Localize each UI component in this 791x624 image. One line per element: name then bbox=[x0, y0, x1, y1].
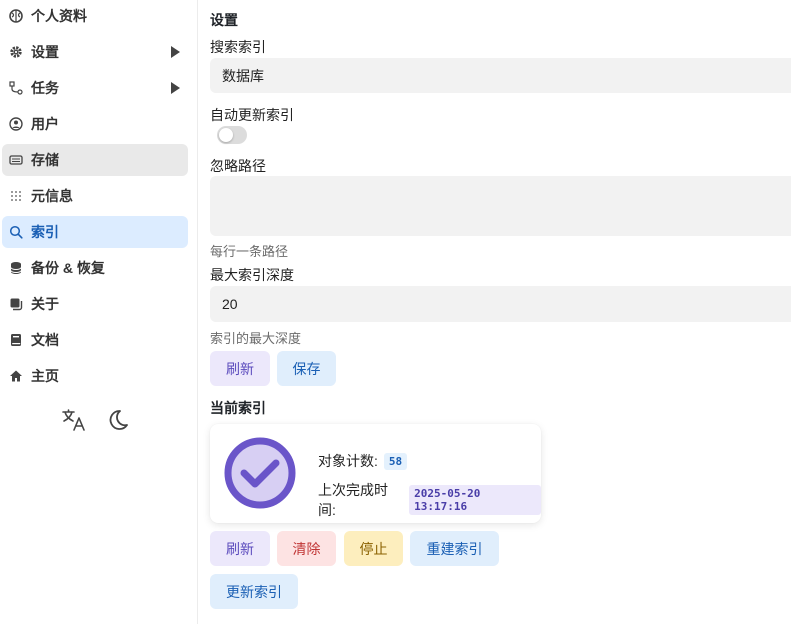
ignore-paths-label: 忽略路径 bbox=[210, 158, 266, 174]
search-index-value: 数据库 bbox=[222, 67, 264, 84]
metadata-icon bbox=[9, 189, 23, 203]
storage-icon bbox=[9, 153, 23, 167]
max-depth-input[interactable]: 20 bbox=[210, 286, 791, 322]
home-icon bbox=[9, 369, 23, 383]
sidebar-item-label: 个人资料 bbox=[31, 8, 87, 24]
last-complete-label: 上次完成时间: bbox=[318, 482, 388, 518]
sidebar-item-home[interactable]: 主页 bbox=[2, 360, 188, 392]
sidebar-item-label: 索引 bbox=[31, 224, 59, 240]
search-icon bbox=[9, 225, 23, 239]
settings-refresh-button[interactable]: 刷新 bbox=[210, 351, 270, 386]
sidebar-item-profile[interactable]: 个人资料 bbox=[2, 0, 188, 32]
current-index-card: 对象计数: 58 上次完成时间: 2025-05-20 13:17:16 bbox=[210, 424, 541, 523]
sidebar-item-metadata[interactable]: 元信息 bbox=[2, 180, 188, 212]
object-count-stat: 对象计数: 58 bbox=[318, 451, 408, 471]
sidebar: 个人资料 设置 任务 用户 存储 元信息 索引 备份 & 恢复 关于 文档 主页 bbox=[0, 0, 198, 624]
index-rebuild-button[interactable]: 重建索引 bbox=[410, 531, 499, 566]
index-refresh-button[interactable]: 刷新 bbox=[210, 531, 270, 566]
sidebar-item-label: 存储 bbox=[31, 152, 59, 168]
sidebar-item-label: 关于 bbox=[31, 296, 59, 312]
object-count-label: 对象计数: bbox=[318, 453, 378, 469]
about-icon bbox=[9, 297, 23, 311]
index-update-button[interactable]: 更新索引 bbox=[210, 574, 298, 609]
sidebar-item-label: 元信息 bbox=[31, 188, 73, 204]
settings-title: 设置 bbox=[210, 12, 238, 28]
sidebar-item-settings[interactable]: 设置 bbox=[2, 36, 188, 68]
ignore-paths-textarea[interactable] bbox=[210, 176, 791, 236]
sidebar-item-label: 设置 bbox=[31, 44, 59, 60]
sidebar-item-docs[interactable]: 文档 bbox=[2, 324, 188, 356]
translate-icon[interactable] bbox=[60, 406, 88, 434]
gear-icon bbox=[9, 45, 23, 59]
last-complete-stat: 上次完成时间: 2025-05-20 13:17:16 bbox=[318, 480, 541, 520]
search-index-select[interactable]: 数据库 bbox=[210, 58, 791, 93]
index-stop-button[interactable]: 停止 bbox=[344, 531, 403, 566]
caret-right-icon bbox=[171, 46, 180, 58]
current-index-title: 当前索引 bbox=[210, 400, 266, 416]
database-icon bbox=[9, 261, 23, 275]
sidebar-item-label: 文档 bbox=[31, 332, 59, 348]
search-index-label: 搜索索引 bbox=[210, 39, 266, 55]
sidebar-item-backup-restore[interactable]: 备份 & 恢复 bbox=[2, 252, 188, 284]
sidebar-item-label: 用户 bbox=[31, 116, 59, 132]
sidebar-item-label: 主页 bbox=[31, 368, 59, 384]
caret-right-icon bbox=[171, 82, 180, 94]
max-depth-value: 20 bbox=[222, 296, 238, 312]
max-depth-help: 索引的最大深度 bbox=[210, 331, 302, 346]
route-icon bbox=[9, 81, 23, 95]
index-clear-button[interactable]: 清除 bbox=[277, 531, 336, 566]
ignore-paths-help: 每行一条路径 bbox=[210, 244, 289, 259]
sidebar-item-label: 备份 & 恢复 bbox=[31, 260, 105, 276]
max-depth-label: 最大索引深度 bbox=[210, 267, 294, 283]
moon-icon[interactable] bbox=[104, 406, 132, 434]
sidebar-item-users[interactable]: 用户 bbox=[2, 108, 188, 140]
sidebar-item-label: 任务 bbox=[31, 80, 59, 96]
last-complete-badge: 2025-05-20 13:17:16 bbox=[409, 485, 541, 515]
sidebar-tools bbox=[60, 406, 132, 434]
sidebar-item-storage[interactable]: 存储 bbox=[2, 144, 188, 176]
auto-update-label: 自动更新索引 bbox=[210, 107, 294, 123]
toggle-knob bbox=[219, 128, 233, 142]
sidebar-item-tasks[interactable]: 任务 bbox=[2, 72, 188, 104]
sidebar-item-about[interactable]: 关于 bbox=[2, 288, 188, 320]
book-icon bbox=[9, 333, 23, 347]
object-count-badge: 58 bbox=[383, 452, 408, 470]
sidebar-item-index[interactable]: 索引 bbox=[2, 216, 188, 248]
check-circle-icon bbox=[224, 437, 296, 509]
auto-update-toggle[interactable] bbox=[217, 126, 247, 144]
brain-icon bbox=[9, 9, 23, 23]
user-circle-icon bbox=[9, 117, 23, 131]
settings-save-button[interactable]: 保存 bbox=[277, 351, 336, 386]
